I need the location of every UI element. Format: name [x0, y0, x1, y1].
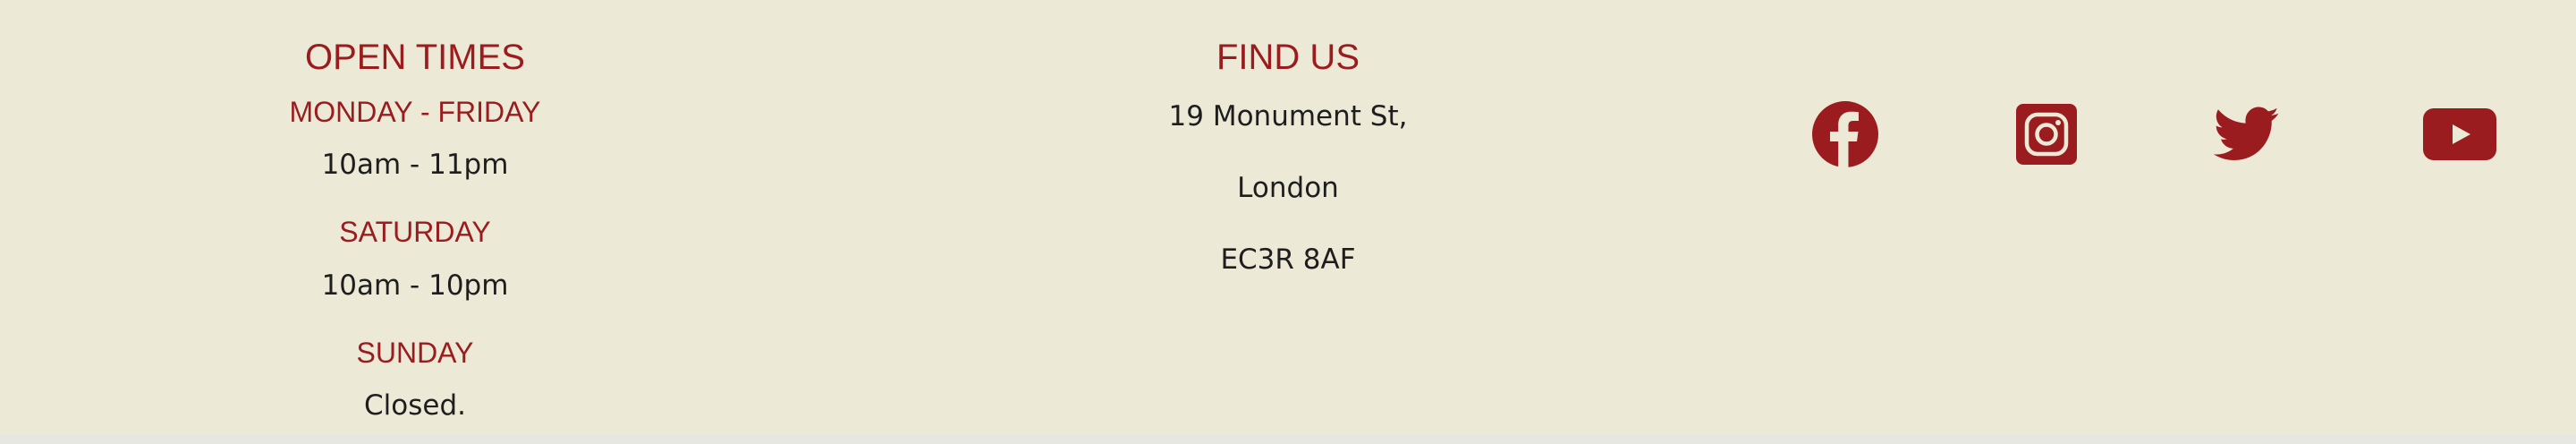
instagram-link[interactable] [2009, 97, 2084, 172]
sunday-hours: Closed. [364, 389, 466, 422]
twitter-link[interactable] [2209, 97, 2284, 172]
facebook-icon [1811, 100, 1879, 168]
weekday-label: MONDAY - FRIDAY [289, 96, 541, 128]
facebook-link[interactable] [1808, 97, 1883, 172]
address-line-city: London [1237, 172, 1339, 204]
youtube-link[interactable] [2422, 97, 2497, 172]
address-line-postcode: EC3R 8AF [1220, 243, 1356, 276]
address-line-street: 19 Monument St, [1168, 100, 1408, 132]
twitter-icon [2214, 106, 2280, 163]
instagram-icon [2016, 104, 2077, 165]
find-us-heading: FIND US [1216, 38, 1360, 77]
saturday-hours: 10am - 10pm [321, 269, 509, 302]
saturday-label: SATURDAY [339, 216, 491, 248]
open-times-heading: OPEN TIMES [305, 38, 525, 77]
sunday-label: SUNDAY [356, 337, 474, 369]
page-bottom-edge [0, 435, 2576, 444]
weekday-hours: 10am - 11pm [321, 149, 509, 181]
youtube-icon [2423, 108, 2496, 160]
site-footer: OPEN TIMES MONDAY - FRIDAY 10am - 11pm S… [0, 0, 2576, 435]
